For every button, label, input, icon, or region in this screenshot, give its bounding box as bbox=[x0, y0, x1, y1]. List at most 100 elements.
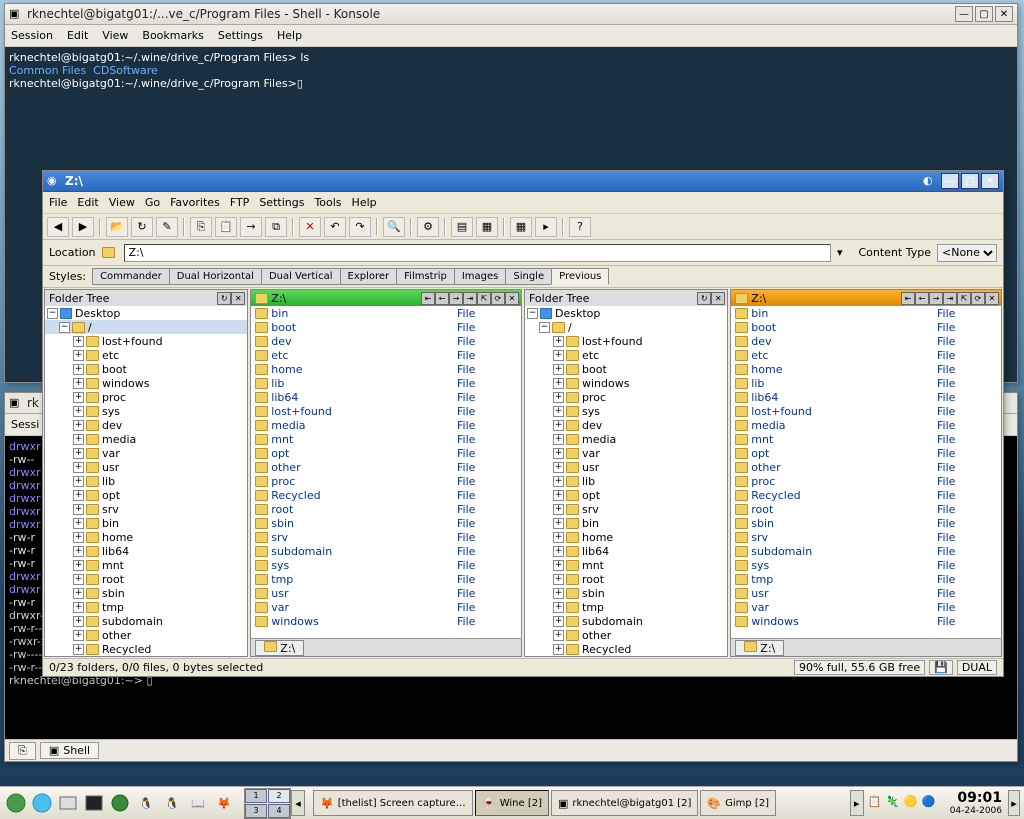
tree-item[interactable]: +boot bbox=[525, 362, 727, 376]
list-item[interactable]: tmpFile bbox=[251, 572, 521, 586]
folder-tree-body[interactable]: −Desktop −/ +lost+found+etc+boot+windows… bbox=[45, 306, 247, 656]
mail-launcher[interactable]: 🐧 bbox=[160, 791, 184, 815]
list-item[interactable]: binFile bbox=[731, 306, 1001, 320]
pager-2[interactable]: 2 bbox=[268, 789, 290, 803]
tree-item[interactable]: +sbin bbox=[525, 586, 727, 600]
list-item[interactable]: RecycledFile bbox=[731, 488, 1001, 502]
tree-item[interactable]: +Recycled bbox=[45, 642, 247, 656]
location-input[interactable] bbox=[124, 244, 831, 262]
tree-item[interactable]: +var bbox=[45, 446, 247, 460]
list-item[interactable]: bootFile bbox=[251, 320, 521, 334]
tree-item[interactable]: +proc bbox=[525, 390, 727, 404]
list-item[interactable]: windowsFile bbox=[731, 614, 1001, 628]
menu-settings[interactable]: Settings bbox=[218, 29, 263, 42]
list-item[interactable]: otherFile bbox=[251, 460, 521, 474]
list-item[interactable]: lib64File bbox=[731, 390, 1001, 404]
nav-close[interactable]: ✕ bbox=[985, 292, 999, 305]
tree-item[interactable]: +media bbox=[45, 432, 247, 446]
tree-item[interactable]: +usr bbox=[525, 460, 727, 474]
menu-session[interactable]: Session bbox=[11, 29, 53, 42]
tree-item[interactable]: +bin bbox=[525, 516, 727, 530]
style-tab-explorer[interactable]: Explorer bbox=[340, 268, 398, 285]
tree-item[interactable]: +other bbox=[525, 628, 727, 642]
nav-refresh[interactable]: ⟳ bbox=[491, 292, 505, 305]
list-item[interactable]: srvFile bbox=[731, 530, 1001, 544]
list-item[interactable]: lost+foundFile bbox=[731, 404, 1001, 418]
terminal-launcher[interactable] bbox=[82, 791, 106, 815]
tray-update-icon[interactable]: 🔵 bbox=[922, 795, 938, 811]
tree-item[interactable]: +lib64 bbox=[45, 544, 247, 558]
delete-button[interactable]: ✕ bbox=[299, 217, 321, 237]
footer-path-tab[interactable]: Z:\ bbox=[255, 640, 304, 656]
style-tab-previous[interactable]: Previous bbox=[551, 268, 609, 285]
tree-item[interactable]: +home bbox=[525, 530, 727, 544]
menu-bookmarks[interactable]: Bookmarks bbox=[142, 29, 203, 42]
list-item[interactable]: sbinFile bbox=[731, 516, 1001, 530]
tree-item[interactable]: +srv bbox=[525, 502, 727, 516]
menu-go[interactable]: Go bbox=[145, 196, 160, 209]
list-item[interactable]: usrFile bbox=[251, 586, 521, 600]
tree-item[interactable]: +sys bbox=[525, 404, 727, 418]
tree-item[interactable]: +windows bbox=[525, 376, 727, 390]
refresh-button[interactable]: ↻ bbox=[131, 217, 153, 237]
menu-view[interactable]: View bbox=[102, 29, 128, 42]
shell-tab[interactable]: ▣Shell bbox=[40, 742, 99, 759]
pager-3[interactable]: 3 bbox=[245, 804, 267, 818]
tree-item[interactable]: +lib bbox=[45, 474, 247, 488]
list-item[interactable]: otherFile bbox=[731, 460, 1001, 474]
tree-item[interactable]: +mnt bbox=[45, 558, 247, 572]
tree-item[interactable]: +home bbox=[45, 530, 247, 544]
nav-up[interactable]: ⇱ bbox=[957, 292, 971, 305]
tree-item[interactable]: +Recycled bbox=[525, 642, 727, 656]
tree-item[interactable]: +lost+found bbox=[45, 334, 247, 348]
tree-item[interactable]: +dev bbox=[525, 418, 727, 432]
style-tab-images[interactable]: Images bbox=[454, 268, 507, 285]
tree-close-button[interactable]: ✕ bbox=[711, 292, 725, 305]
tree-item[interactable]: +var bbox=[525, 446, 727, 460]
tree-root[interactable]: −/ bbox=[45, 320, 247, 334]
tree-item[interactable]: +other bbox=[45, 628, 247, 642]
control-center-launcher[interactable] bbox=[108, 791, 132, 815]
menu-file[interactable]: File bbox=[49, 196, 67, 209]
style-tab-dual-vertical[interactable]: Dual Vertical bbox=[261, 268, 341, 285]
tree-item[interactable]: +etc bbox=[525, 348, 727, 362]
tree-item[interactable]: +subdomain bbox=[45, 614, 247, 628]
tree-item[interactable]: +sys bbox=[45, 404, 247, 418]
style-tab-single[interactable]: Single bbox=[505, 268, 552, 285]
tree-item[interactable]: +lost+found bbox=[525, 334, 727, 348]
list-item[interactable]: optFile bbox=[251, 446, 521, 460]
tree-item[interactable]: +mnt bbox=[525, 558, 727, 572]
list-item[interactable]: homeFile bbox=[251, 362, 521, 376]
move-button[interactable]: → bbox=[240, 217, 262, 237]
style-tab-commander[interactable]: Commander bbox=[92, 268, 170, 285]
tree-item[interactable]: +opt bbox=[525, 488, 727, 502]
menu-session-partial[interactable]: Sessi bbox=[11, 418, 39, 431]
folder-tree-body[interactable]: −Desktop −/ +lost+found+etc+boot+windows… bbox=[525, 306, 727, 656]
nav-last[interactable]: ⇥ bbox=[463, 292, 477, 305]
close-button[interactable]: ✕ bbox=[981, 173, 999, 189]
terminal-button[interactable]: ▸ bbox=[535, 217, 557, 237]
tree-item[interactable]: +root bbox=[525, 572, 727, 586]
taskbar-clock[interactable]: 09:01 04-24-2006 bbox=[944, 790, 1008, 816]
menu-ftp[interactable]: FTP bbox=[230, 196, 250, 209]
list-item[interactable]: mediaFile bbox=[731, 418, 1001, 432]
tree-item[interactable]: +tmp bbox=[525, 600, 727, 614]
list-item[interactable]: windowsFile bbox=[251, 614, 521, 628]
undo-button[interactable]: ↶ bbox=[324, 217, 346, 237]
list-item[interactable]: devFile bbox=[731, 334, 1001, 348]
list-item[interactable]: procFile bbox=[731, 474, 1001, 488]
list-item[interactable]: sbinFile bbox=[251, 516, 521, 530]
list-item[interactable]: lost+foundFile bbox=[251, 404, 521, 418]
forward-button[interactable]: ▶ bbox=[72, 217, 94, 237]
tree-item[interactable]: +dev bbox=[45, 418, 247, 432]
menu-settings[interactable]: Settings bbox=[259, 196, 304, 209]
layout1-button[interactable]: ▤ bbox=[451, 217, 473, 237]
nav-next[interactable]: → bbox=[449, 292, 463, 305]
list-item[interactable]: bootFile bbox=[731, 320, 1001, 334]
menu-tools[interactable]: Tools bbox=[314, 196, 341, 209]
task-gimp[interactable]: 🎨Gimp [2] bbox=[700, 790, 776, 816]
pager-1[interactable]: 1 bbox=[245, 789, 267, 803]
close-button[interactable]: ✕ bbox=[995, 6, 1013, 22]
tree-item[interactable]: +lib64 bbox=[525, 544, 727, 558]
menu-help[interactable]: Help bbox=[352, 196, 377, 209]
